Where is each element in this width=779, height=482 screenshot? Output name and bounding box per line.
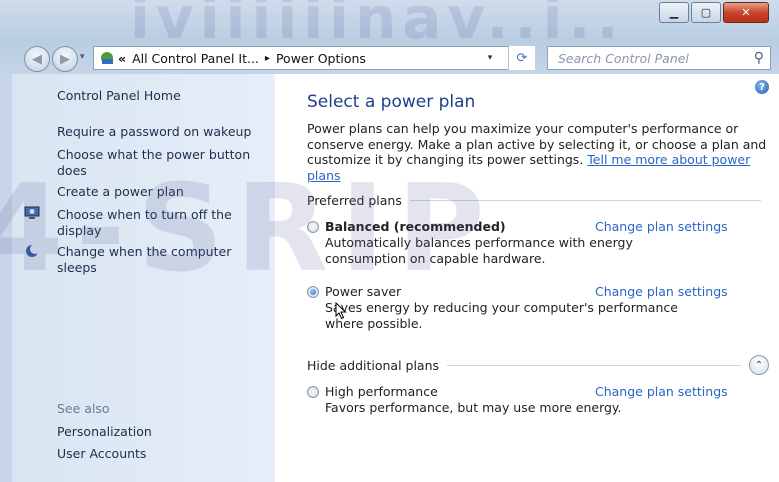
- balanced-radio[interactable]: [307, 221, 319, 233]
- divider: [447, 364, 741, 366]
- recent-pages-arrow-icon[interactable]: ▾: [80, 52, 85, 62]
- search-placeholder: Search Control Panel: [558, 50, 689, 66]
- hide-additional-plans-label[interactable]: Hide additional plans: [307, 358, 439, 373]
- sidebar-link-create-plan[interactable]: Create a power plan: [57, 184, 269, 200]
- chevron-up-icon: ⌃: [754, 359, 764, 371]
- address-bar[interactable]: « All Control Panel It... ▸ Power Option…: [93, 46, 529, 70]
- breadcrumb-overflow[interactable]: «: [118, 51, 126, 66]
- breadcrumb-power-options[interactable]: Power Options: [276, 51, 366, 66]
- plan-balanced[interactable]: Balanced (recommended) Change plan setti…: [307, 219, 745, 267]
- main-panel: ? Select a power plan Power plans can he…: [275, 74, 779, 482]
- mouse-pointer-icon: [335, 302, 347, 320]
- change-plan-settings-power-saver[interactable]: Change plan settings: [595, 284, 728, 299]
- preferred-plans-label: Preferred plans: [307, 193, 402, 208]
- maximize-button[interactable]: ▢: [691, 2, 721, 23]
- caption-buttons: ▁ ▢ ✕: [657, 2, 769, 23]
- navigation-bar: ◀ ▶ ▾ « All Control Panel It... ▸ Power …: [0, 40, 779, 74]
- page-title: Select a power plan: [307, 92, 476, 112]
- back-arrow-icon: ◀: [32, 51, 42, 67]
- see-also-user-accounts[interactable]: User Accounts: [57, 446, 269, 462]
- refresh-icon: ⟳: [516, 50, 528, 66]
- forward-arrow-icon: ▶: [60, 51, 70, 67]
- refresh-button[interactable]: ⟳: [508, 46, 535, 70]
- search-icon[interactable]: ⚲: [754, 50, 764, 66]
- forward-button[interactable]: ▶: [52, 46, 78, 72]
- control-panel-window: ▁ ▢ ✕ ◀ ▶ ▾ « All Control Panel It... ▸ …: [0, 0, 779, 482]
- divider: [409, 200, 761, 201]
- help-icon[interactable]: ?: [755, 80, 769, 94]
- intro-text: Power plans can help you maximize your c…: [307, 121, 769, 183]
- see-also-personalization[interactable]: Personalization: [57, 424, 269, 440]
- close-button[interactable]: ✕: [723, 2, 769, 23]
- breadcrumb-all-items[interactable]: All Control Panel It...: [132, 51, 259, 66]
- collapse-plans-button[interactable]: ⌃: [749, 355, 769, 375]
- search-input[interactable]: Search Control Panel ⚲: [547, 46, 771, 70]
- plan-description: Saves energy by reducing your computer's…: [325, 300, 678, 331]
- plan-description: Automatically balances performance with …: [325, 235, 633, 266]
- plan-description: Favors performance, but may use more ene…: [325, 400, 622, 415]
- back-button[interactable]: ◀: [24, 46, 50, 72]
- plan-power-saver[interactable]: Power saver Change plan settings Saves e…: [307, 284, 745, 332]
- sidebar-link-power-button[interactable]: Choose what the power button does: [57, 147, 269, 179]
- preferred-plans-header: Preferred plans: [307, 193, 769, 208]
- change-plan-settings-balanced[interactable]: Change plan settings: [595, 219, 728, 234]
- control-panel-home-link[interactable]: Control Panel Home: [57, 88, 181, 103]
- sleep-moon-icon: [26, 244, 40, 257]
- additional-plans-header: Hide additional plans ⌃: [307, 355, 769, 375]
- sidebar: Control Panel Home Require a password on…: [12, 74, 275, 482]
- high-performance-radio[interactable]: [307, 386, 319, 398]
- content-area: Control Panel Home Require a password on…: [12, 74, 779, 482]
- address-dropdown-icon[interactable]: ▾: [482, 53, 498, 63]
- see-also-label: See also: [57, 401, 110, 416]
- plan-high-performance[interactable]: High performance Change plan settings Fa…: [307, 384, 745, 416]
- minimize-button[interactable]: ▁: [659, 2, 689, 23]
- sidebar-link-turn-off-display[interactable]: Choose when to turn off the display: [57, 207, 269, 239]
- sidebar-link-require-password[interactable]: Require a password on wakeup: [57, 124, 269, 140]
- power-saver-radio[interactable]: [307, 286, 319, 298]
- sidebar-link-computer-sleeps[interactable]: Change when the computer sleeps: [57, 244, 269, 276]
- change-plan-settings-high-performance[interactable]: Change plan settings: [595, 384, 728, 399]
- display-icon: [24, 206, 40, 219]
- control-panel-icon: [101, 52, 113, 64]
- breadcrumb-separator[interactable]: ▸: [265, 53, 270, 64]
